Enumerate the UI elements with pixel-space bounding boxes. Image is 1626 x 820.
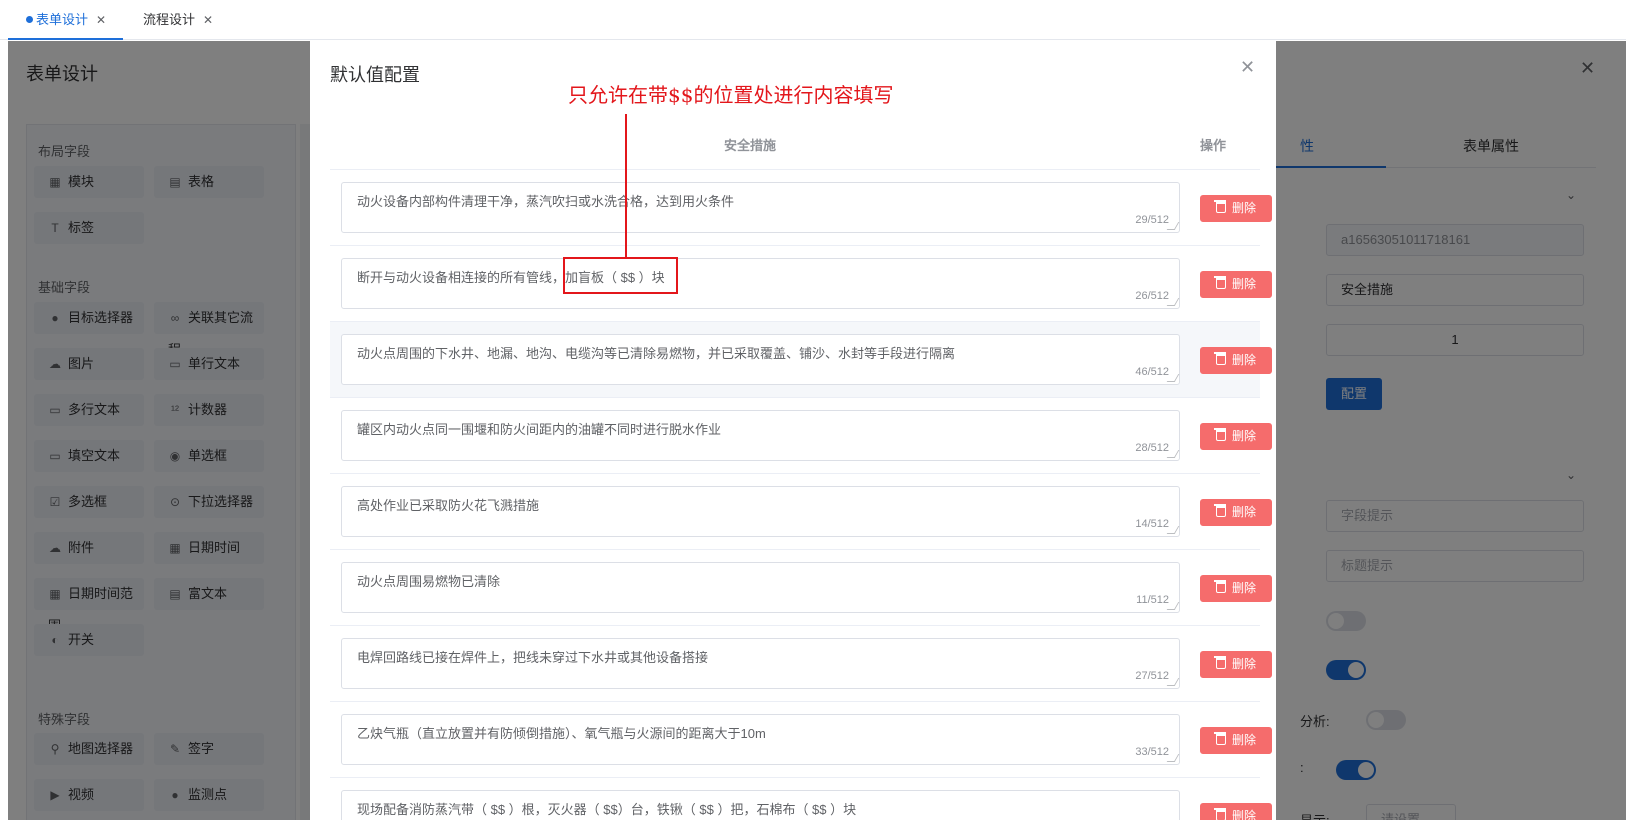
delete-button[interactable]: 删除 [1200, 727, 1272, 754]
tab-flow-design[interactable]: 流程设计 ✕ [143, 0, 243, 40]
char-count: 33/512 [1135, 746, 1169, 758]
table-row: 乙炔气瓶（直立放置并有防倾倒措施）、氧气瓶与火源间的距离大于10m 33/512 删… [330, 702, 1272, 778]
table-row: 动火点周围易燃物已清除 11/512 删除 [330, 550, 1272, 626]
trash-icon [1213, 808, 1226, 820]
measure-text: 罐区内动火点同一围堰和防火间距内的油罐不同时进行脱水作业 [357, 422, 722, 437]
column-header-measure: 安全措施 [723, 138, 776, 153]
active-dot-icon [26, 16, 33, 23]
measure-textarea[interactable]: 现场配备消防蒸汽带（ $$ ）根，灭火器（ $$）台，铁锹（ $$ ）把，石棉布… [341, 790, 1180, 820]
delete-label: 删除 [1231, 657, 1256, 671]
table-row: 高处作业已采取防火花飞溅措施 14/512 删除 [330, 474, 1272, 550]
trash-icon [1213, 200, 1226, 213]
measure-textarea[interactable]: 动火设备内部构件清理干净，蒸汽吹扫或水洗合格，达到用火条件 29/512 [341, 182, 1180, 233]
tab-label: 流程设计 [143, 12, 196, 27]
measure-textarea[interactable]: 乙炔气瓶（直立放置并有防倾倒措施）、氧气瓶与火源间的距离大于10m 33/512 [341, 714, 1180, 765]
delete-button[interactable]: 删除 [1200, 651, 1272, 678]
delete-button[interactable]: 删除 [1200, 499, 1272, 526]
table-row: 断开与动火设备相连接的所有管线，加盲板（ $$ ）块 26/512 删除 [330, 246, 1272, 322]
tab-form-design[interactable]: 表单设计 ✕ [8, 0, 123, 40]
delete-label: 删除 [1231, 581, 1256, 595]
annotation-text: 只允许在带$$的位置处进行内容填写 [568, 83, 894, 107]
trash-icon [1213, 580, 1226, 593]
char-count: 29/512 [1135, 214, 1169, 226]
measure-textarea[interactable]: 动火点周围易燃物已清除 11/512 [341, 562, 1180, 613]
delete-button[interactable]: 删除 [1200, 423, 1272, 450]
measure-text: 动火点周围的下水井、地漏、地沟、电缆沟等已清除易燃物，并已采取覆盖、铺沙、水封等… [357, 346, 956, 361]
annotation-highlight-box [563, 257, 678, 294]
default-value-dialog: 默认值配置 ✕ 安全措施 操作 动火设备内部构件清理干净，蒸汽吹扫或水洗合格，达… [310, 41, 1276, 820]
delete-button[interactable]: 删除 [1200, 347, 1272, 374]
trash-icon [1213, 732, 1226, 745]
measure-text: 高处作业已采取防火花飞溅措施 [357, 498, 540, 513]
char-count: 11/512 [1136, 594, 1169, 606]
measure-textarea[interactable]: 断开与动火设备相连接的所有管线，加盲板（ $$ ）块 26/512 [341, 258, 1180, 309]
measure-textarea[interactable]: 高处作业已采取防火花飞溅措施 14/512 [341, 486, 1180, 537]
trash-icon [1213, 504, 1226, 517]
close-icon[interactable]: ✕ [203, 13, 213, 27]
table-row: 动火设备内部构件清理干净，蒸汽吹扫或水洗合格，达到用火条件 29/512 删除 [330, 170, 1272, 246]
measure-text: 动火点周围易燃物已清除 [357, 574, 501, 589]
close-icon[interactable]: ✕ [96, 13, 106, 27]
trash-icon [1213, 428, 1226, 441]
table-row: 罐区内动火点同一围堰和防火间距内的油罐不同时进行脱水作业 28/512 删除 [330, 398, 1272, 474]
close-icon[interactable]: ✕ [1240, 57, 1255, 78]
measure-textarea[interactable]: 电焊回路线已接在焊件上，把线未穿过下水井或其他设备搭接 27/512 [341, 638, 1180, 689]
delete-button[interactable]: 删除 [1200, 803, 1272, 820]
delete-button[interactable]: 删除 [1200, 195, 1272, 222]
delete-label: 删除 [1231, 809, 1256, 820]
tab-label: 表单设计 [36, 12, 89, 27]
delete-label: 删除 [1231, 505, 1256, 519]
measure-textarea[interactable]: 罐区内动火点同一围堰和防火间距内的油罐不同时进行脱水作业 28/512 [341, 410, 1180, 461]
char-count: 14/512 [1135, 518, 1169, 530]
trash-icon [1213, 352, 1226, 365]
table-row: 现场配备消防蒸汽带（ $$ ）根，灭火器（ $$）台，铁锹（ $$ ）把，石棉布… [330, 778, 1272, 820]
delete-label: 删除 [1231, 201, 1256, 215]
char-count: 26/512 [1135, 290, 1169, 302]
char-count: 46/512 [1135, 366, 1169, 378]
trash-icon [1213, 276, 1226, 289]
delete-label: 删除 [1231, 733, 1256, 747]
delete-button[interactable]: 删除 [1200, 575, 1272, 602]
column-header-action: 操作 [1200, 138, 1227, 153]
table-row: 动火点周围的下水井、地漏、地沟、电缆沟等已清除易燃物，并已采取覆盖、铺沙、水封等… [330, 322, 1272, 398]
char-count: 28/512 [1135, 442, 1169, 454]
measure-text: 电焊回路线已接在焊件上，把线未穿过下水井或其他设备搭接 [357, 650, 709, 665]
trash-icon [1213, 656, 1226, 669]
delete-label: 删除 [1231, 277, 1256, 291]
char-count: 27/512 [1135, 670, 1169, 682]
delete-button[interactable]: 删除 [1200, 271, 1272, 298]
measure-text: 现场配备消防蒸汽带（ $$ ）根，灭火器（ $$）台，铁锹（ $$ ）把，石棉布… [357, 802, 857, 817]
delete-label: 删除 [1231, 353, 1256, 367]
measure-textarea[interactable]: 动火点周围的下水井、地漏、地沟、电缆沟等已清除易燃物，并已采取覆盖、铺沙、水封等… [341, 334, 1180, 385]
delete-label: 删除 [1231, 429, 1256, 443]
dialog-title: 默认值配置 [330, 65, 420, 85]
tab-bar: 表单设计 ✕ 流程设计 ✕ [0, 0, 1626, 40]
measure-text: 乙炔气瓶（直立放置并有防倾倒措施）、氧气瓶与火源间的距离大于10m [357, 726, 766, 741]
annotation-arrow [625, 114, 627, 258]
table-row: 电焊回路线已接在焊件上，把线未穿过下水井或其他设备搭接 27/512 删除 [330, 626, 1272, 702]
measure-text: 动火设备内部构件清理干净，蒸汽吹扫或水洗合格，达到用火条件 [357, 194, 735, 209]
